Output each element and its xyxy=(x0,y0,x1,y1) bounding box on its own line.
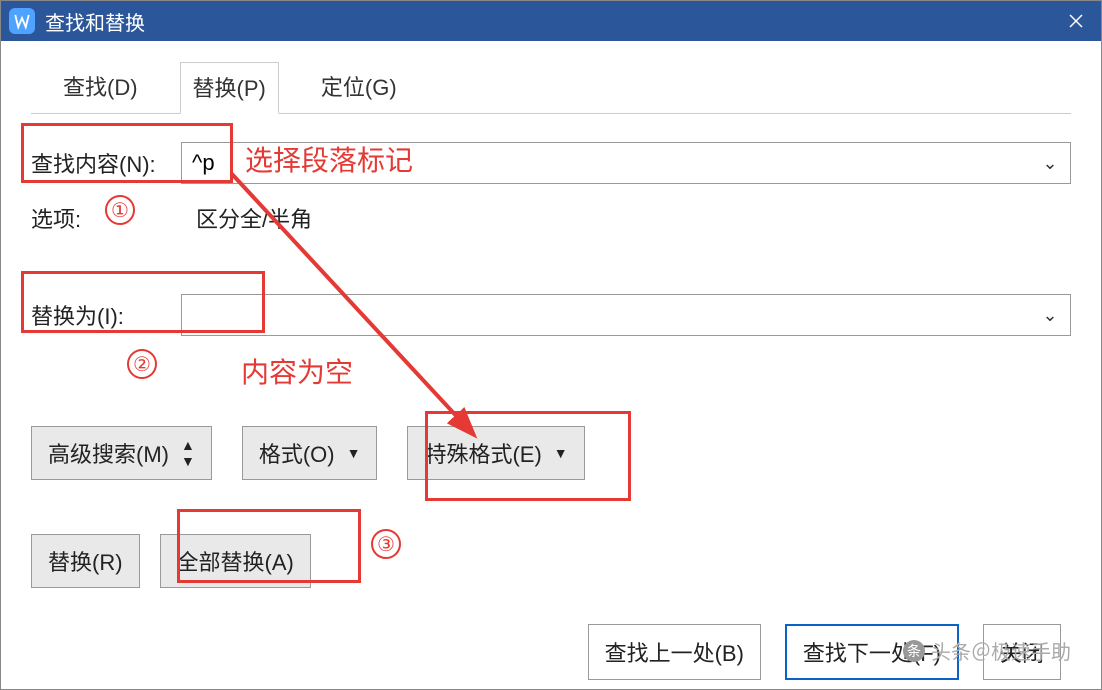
replace-all-button[interactable]: 全部替换(A) xyxy=(160,534,311,588)
advanced-search-label: 高级搜索(M) xyxy=(48,437,169,469)
replace-button[interactable]: 替换(R) xyxy=(31,534,140,588)
chevron-down-icon: ▼ xyxy=(554,445,568,461)
middle-button-row: 高级搜索(M) ▲▼ 格式(O) ▼ 特殊格式(E) ▼ xyxy=(31,426,1071,480)
options-label: 选项: xyxy=(31,202,111,234)
navigation-button-row: 查找上一处(B) 查找下一处(F) 关闭 xyxy=(31,624,1071,680)
find-input[interactable] xyxy=(182,150,1030,176)
tab-goto[interactable]: 定位(G) xyxy=(309,62,409,114)
special-format-button[interactable]: 特殊格式(E) ▼ xyxy=(407,426,584,480)
find-next-button[interactable]: 查找下一处(F) xyxy=(785,624,959,680)
find-row: 查找内容(N): ⌄ xyxy=(31,142,1071,184)
options-row: 选项: 区分全/半角 xyxy=(31,202,1071,234)
replace-label: 替换为(I): xyxy=(31,299,181,331)
special-format-label: 特殊格式(E) xyxy=(424,437,541,469)
tab-find[interactable]: 查找(D) xyxy=(51,62,150,114)
updown-icon: ▲▼ xyxy=(181,437,195,469)
dialog-window: 查找和替换 查找(D) 替换(P) 定位(G) 查找内容(N): ⌄ 选项: 区… xyxy=(0,0,1102,690)
advanced-search-button[interactable]: 高级搜索(M) ▲▼ xyxy=(31,426,212,480)
replace-field-wrap: ⌄ xyxy=(181,294,1071,336)
chevron-down-icon[interactable]: ⌄ xyxy=(1030,153,1070,174)
replace-input[interactable] xyxy=(182,302,1030,328)
format-button[interactable]: 格式(O) ▼ xyxy=(242,426,378,480)
dialog-title: 查找和替换 xyxy=(45,7,1051,36)
tab-replace[interactable]: 替换(P) xyxy=(180,62,279,114)
chevron-down-icon: ▼ xyxy=(347,445,361,461)
dialog-body: 查找(D) 替换(P) 定位(G) 查找内容(N): ⌄ 选项: 区分全/半角 … xyxy=(1,41,1101,689)
close-icon xyxy=(1068,13,1084,29)
app-icon xyxy=(9,8,35,34)
options-value: 区分全/半角 xyxy=(196,202,312,234)
find-label: 查找内容(N): xyxy=(31,147,181,179)
titlebar: 查找和替换 xyxy=(1,1,1101,41)
tab-strip: 查找(D) 替换(P) 定位(G) xyxy=(31,61,1071,114)
replace-row: 替换为(I): ⌄ xyxy=(31,294,1071,336)
find-prev-button[interactable]: 查找上一处(B) xyxy=(588,624,761,680)
chevron-down-icon[interactable]: ⌄ xyxy=(1030,305,1070,326)
replace-button-row: 替换(R) 全部替换(A) xyxy=(31,534,1071,588)
find-field-wrap: ⌄ xyxy=(181,142,1071,184)
close-dialog-button[interactable]: 关闭 xyxy=(983,624,1061,680)
format-label: 格式(O) xyxy=(259,437,335,469)
close-button[interactable] xyxy=(1051,1,1101,41)
